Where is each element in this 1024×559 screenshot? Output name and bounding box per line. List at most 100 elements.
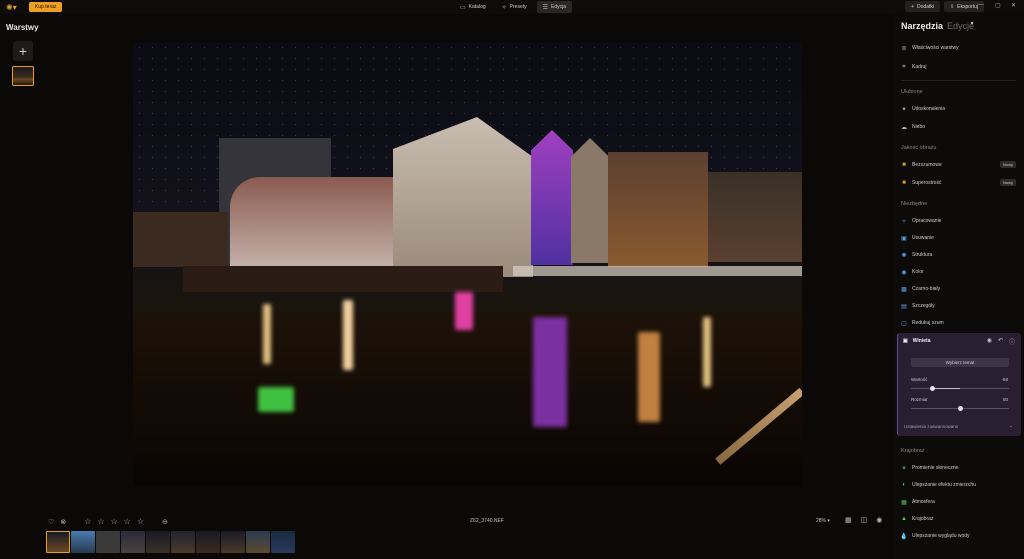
color-label-icon[interactable]: ⊖ [162,518,168,526]
light-reflection [263,304,271,364]
denoise-item[interactable]: ■ Bezszumowe [901,162,942,168]
supersharp-item[interactable]: ■ Superostrość [901,180,941,186]
erase-item[interactable]: ▣ Usuwanie [901,235,934,242]
presets-icon: ✧ [501,4,507,11]
sunrays-item[interactable]: ✶ Promienie słoneczne [901,465,958,472]
film-thumb[interactable] [121,531,145,553]
maximize-icon[interactable]: ▢ [995,2,1001,9]
slider-fill [932,388,960,389]
size-slider[interactable] [911,406,1009,411]
panel-tabs: Narzędzia Edycje [901,21,974,31]
select-subject-button[interactable]: Wybierz temat [911,358,1009,367]
item-label: Krajobraz [912,516,934,522]
atmosphere-icon: ▦ [901,499,907,506]
zoom-level[interactable]: 28% ▾ [816,518,830,524]
star-icon[interactable]: ☆ [137,517,144,526]
sliders-icon: ☰ [542,4,549,11]
dusk-item[interactable]: ◐ Ulepszanie efektu zmierzchu [901,482,976,488]
advanced-settings[interactable]: Ustawienia zaawansowane [904,424,958,429]
layers-title: Warstwy [6,23,39,32]
item-label: Struktura [912,252,933,258]
reject-icon[interactable]: ⊗ [60,518,66,526]
info-icon[interactable]: ⓘ [1009,337,1015,346]
section-quality: Jakość obrazu [901,145,937,151]
amount-slider[interactable] [911,386,1009,391]
film-thumb[interactable] [196,531,220,553]
tab-edits[interactable]: Edycje [947,21,974,31]
app-logo-icon[interactable]: ✺▾ [6,2,20,12]
chevron-down-icon[interactable]: ⌄ [1009,423,1013,429]
details-icon: ▤ [901,303,907,310]
item-label: Udoskonalenia [912,106,946,112]
purple-lit-building [531,130,573,265]
tab-presets[interactable]: ✧ Presety [496,1,533,13]
noise-reduction-item[interactable]: ▢ Redukuj szum [901,320,944,327]
add-ons-button[interactable]: + Dodatki [905,1,940,12]
star-icon[interactable]: ☆ [124,517,131,526]
heart-icon[interactable]: ♡ [48,518,54,526]
develop-icon: ✧ [901,218,907,225]
minimize-icon[interactable]: — [978,2,984,8]
film-thumb[interactable] [71,531,95,553]
tab-tools[interactable]: Narzędzia [901,21,943,31]
reset-icon[interactable]: ↶ [998,337,1003,346]
add-layer-button[interactable]: + [13,41,33,61]
sunrays-icon: ✶ [901,465,907,472]
item-label: Atmosfera [912,499,935,505]
eye-icon[interactable]: ◉ [876,516,882,524]
structure-item[interactable]: ✺ Struktura [901,252,933,259]
layer-properties-item[interactable]: ⊜ Właściwości warstwy [901,45,959,52]
slider-knob[interactable] [930,386,935,391]
item-label: Superostrość [912,180,942,186]
gallery-icon[interactable]: ▦ [845,516,852,524]
item-label: Redukuj szum [912,320,944,326]
details-item[interactable]: ▤ Szczegóły [901,303,935,310]
slider-knob[interactable] [958,406,963,411]
bw-item[interactable]: ▩ Czarno-biały [901,286,941,293]
film-thumb[interactable] [271,531,295,553]
close-icon[interactable]: ✕ [1011,2,1016,9]
sparkle-icon: ✦ [901,106,907,113]
film-thumb[interactable] [221,531,245,553]
gable-building [571,138,609,263]
item-label: Właściwości warstwy [912,45,959,51]
tab-edit[interactable]: ☰ Edycja [536,1,573,13]
folder-icon: ▭ [460,4,466,11]
item-label: Bezszumowe [912,162,942,168]
tab-catalog[interactable]: ▭ Katalog [454,1,492,13]
tenement-row [708,172,802,262]
star-icon[interactable]: ☆ [97,517,104,526]
enhance-item[interactable]: ✦ Udoskonalenia [901,106,946,113]
size-value[interactable]: 50 [1003,397,1008,402]
amount-value[interactable]: -58 [1001,377,1008,382]
eraser-icon: ▣ [901,235,907,242]
photo-canvas[interactable] [133,42,802,486]
film-thumb[interactable] [46,531,70,553]
star-icon[interactable]: ☆ [84,517,91,526]
tab-catalog-label: Katalog [468,4,486,10]
film-thumb[interactable] [171,531,195,553]
color-item[interactable]: ◉ Kolor [901,269,923,276]
layer-thumbnail[interactable] [12,66,34,86]
item-label: Usuwanie [912,235,934,241]
item-label: Ulepszanie wyglądu wody [912,533,970,539]
film-thumb[interactable] [96,531,120,553]
light-reflection [455,292,473,330]
vignette-header[interactable]: ▣ Winieta [903,338,930,344]
star-icon[interactable]: ☆ [111,517,118,526]
cloud-icon: ☁ [901,124,907,131]
film-thumb[interactable] [246,531,270,553]
film-thumb[interactable] [146,531,170,553]
water-item[interactable]: 💧 Ulepszanie wyglądu wody [900,533,970,540]
landscape-item[interactable]: ▲ Krajobraz [901,516,933,522]
divider [901,80,1016,81]
item-label: Czarno-biały [912,286,941,292]
buy-now-button[interactable]: Kup teraz [29,2,63,12]
atmosphere-item[interactable]: ▦ Atmosfera [901,499,935,506]
crop-item[interactable]: ⌗ Kadruj [901,64,926,71]
denoise-icon: ■ [902,162,906,168]
sky-item[interactable]: ☁ Niebo [901,124,925,131]
eye-icon[interactable]: ◉ [987,337,992,346]
compare-icon[interactable]: ◫ [861,516,868,524]
develop-item[interactable]: ✧ Opracowanie [901,218,941,225]
